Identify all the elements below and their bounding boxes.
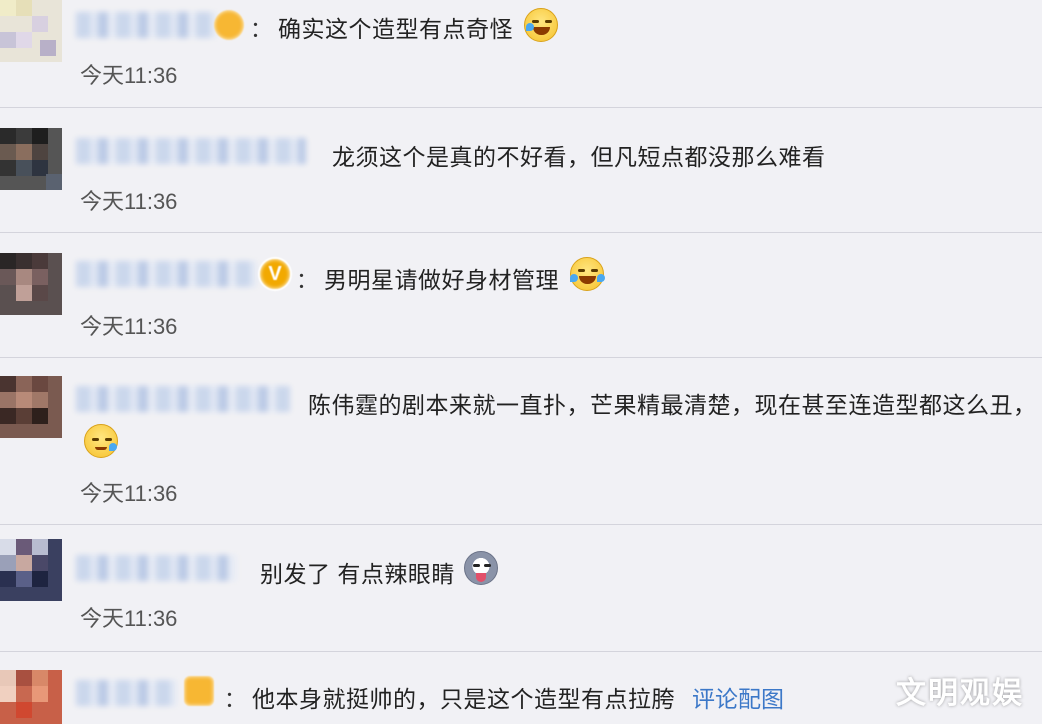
- comment-text: 别发了 有点辣眼睛: [260, 561, 455, 587]
- username-blurred[interactable]: [76, 261, 256, 287]
- sweat-emoji-icon: [84, 424, 118, 458]
- avatar[interactable]: [0, 376, 62, 438]
- comment-timestamp: 今天11:36: [80, 63, 178, 88]
- colon-separator: ：: [224, 687, 247, 712]
- view-image-link[interactable]: 评论配图: [692, 680, 784, 714]
- comment-item: 陈伟霆的剧本来就一直扑，芒果精最清楚，现在甚至连造型都这么丑， 今天11:36: [0, 358, 1042, 525]
- comment-timestamp: 今天11:36: [80, 481, 178, 506]
- username-blurred[interactable]: [76, 386, 290, 412]
- colon-separator: ：: [296, 268, 319, 293]
- watermark: 文明观娱: [896, 677, 1024, 710]
- avatar[interactable]: [0, 670, 62, 724]
- comment-timestamp: 今天11:36: [80, 314, 178, 339]
- comment-item: 龙须这个是真的不好看，但凡短点都没那么难看 今天11:36: [0, 108, 1042, 233]
- husky-emoji-icon: [464, 551, 498, 585]
- username-blurred[interactable]: [76, 555, 236, 581]
- membership-badge-icon: [214, 10, 244, 40]
- avatar[interactable]: [0, 539, 62, 601]
- comment-text: 他本身就挺帅的，只是这个造型有点拉胯: [252, 686, 675, 712]
- laugh-cry-emoji-icon: [524, 8, 558, 42]
- comment-item: V ： 男明星请做好身材管理 今天11:36: [0, 233, 1042, 358]
- avatar[interactable]: [0, 253, 62, 315]
- colon-separator: ：: [250, 17, 273, 42]
- laugh-tears-emoji-icon: [570, 257, 605, 291]
- verified-badge-icon: V: [258, 257, 292, 291]
- verified-mark: V: [268, 262, 282, 285]
- avatar[interactable]: [0, 128, 62, 190]
- comment-timestamp: 今天11:36: [80, 606, 178, 631]
- username-blurred[interactable]: [76, 12, 216, 38]
- comment-timestamp: 今天11:36: [80, 189, 178, 214]
- username-blurred[interactable]: [76, 138, 306, 164]
- membership-badge-icon: [184, 676, 214, 706]
- username-blurred[interactable]: [76, 680, 176, 706]
- comment-feed: ： 确实这个造型有点奇怪 今天11:36 龙须这个是真的不好看，但凡短点都没那么…: [0, 0, 1042, 724]
- avatar[interactable]: [0, 0, 62, 62]
- comment-item: ： 他本身就挺帅的，只是这个造型有点拉胯 评论配图: [0, 652, 1042, 724]
- comment-text: 确实这个造型有点奇怪: [278, 16, 513, 42]
- comment-text: 男明星请做好身材管理: [324, 267, 559, 293]
- comment-item: ： 确实这个造型有点奇怪 今天11:36: [0, 0, 1042, 108]
- comment-item: 别发了 有点辣眼睛 今天11:36: [0, 525, 1042, 652]
- comment-text: 陈伟霆的剧本来就一直扑，芒果精最清楚，现在甚至连造型都这么丑，: [308, 392, 1037, 418]
- comment-text: 龙须这个是真的不好看，但凡短点都没那么难看: [332, 144, 826, 170]
